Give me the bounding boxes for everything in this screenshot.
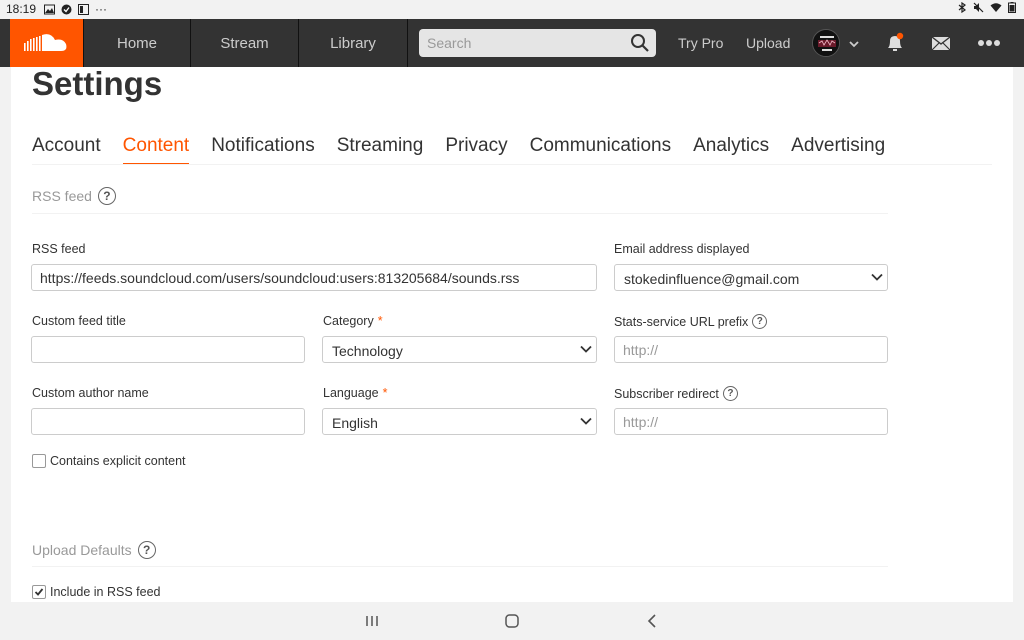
rss-section-title: RSS feed	[32, 188, 92, 204]
stats-url-label: Stats-service URL prefix ?	[614, 314, 768, 329]
upload-defaults-help-icon[interactable]: ?	[137, 541, 156, 559]
tabs-divider	[32, 164, 992, 165]
back-icon[interactable]	[644, 612, 662, 630]
upload-defaults-header: Upload Defaults ?	[32, 541, 156, 559]
stats-help-icon[interactable]: ?	[752, 314, 768, 329]
nav-stream[interactable]: Stream	[191, 19, 299, 67]
tab-account[interactable]: Account	[32, 135, 101, 165]
search-input[interactable]	[419, 29, 629, 57]
rss-section-header: RSS feed ?	[32, 187, 116, 205]
status-more: ···	[95, 2, 107, 16]
rss-feed-label: RSS feed	[32, 242, 86, 256]
chevron-down-icon	[871, 273, 883, 281]
stats-url-field[interactable]	[614, 336, 888, 363]
status-notification-icons: ···	[44, 2, 107, 16]
tab-streaming[interactable]: Streaming	[337, 135, 424, 165]
status-time: 18:19	[6, 2, 37, 16]
wifi-icon	[990, 3, 1002, 12]
rss-feed-field[interactable]	[31, 264, 597, 291]
stats-url-label-text: Stats-service URL prefix	[614, 314, 749, 329]
system-nav-bar	[0, 602, 1024, 640]
soundcloud-logo[interactable]	[10, 19, 83, 67]
email-displayed-value: stokedinfluence@gmail.com	[624, 271, 800, 287]
status-system-icons	[957, 2, 1016, 13]
avatar-image	[813, 30, 839, 56]
image-icon	[44, 4, 55, 14]
chevron-down-icon	[580, 417, 592, 425]
page-title: Settings	[32, 65, 163, 102]
category-value: Technology	[332, 343, 403, 359]
check-circle-icon	[61, 4, 72, 14]
language-label-text: Language	[323, 386, 379, 400]
tab-privacy[interactable]: Privacy	[445, 135, 507, 165]
avatar[interactable]	[812, 29, 840, 57]
tab-content[interactable]: Content	[122, 135, 190, 165]
language-label: Language *	[323, 386, 388, 400]
soundcloud-cloud-icon	[23, 34, 66, 51]
rss-section-divider	[32, 213, 888, 214]
subscriber-redirect-field[interactable]	[614, 408, 888, 435]
upload-defaults-divider	[32, 566, 888, 567]
subscriber-redirect-label: Subscriber redirect ?	[614, 386, 738, 401]
rss-help-icon[interactable]: ?	[97, 187, 116, 205]
top-header: Home Stream Library Try Pro Upload	[0, 19, 1024, 67]
upload-link[interactable]: Upload	[746, 19, 790, 67]
nav-library[interactable]: Library	[299, 19, 408, 67]
category-label-text: Category	[323, 314, 374, 328]
bluetooth-icon	[958, 2, 967, 13]
battery-icon	[1008, 2, 1016, 13]
include-rss-row[interactable]: Include in RSS feed	[32, 585, 161, 599]
include-rss-checkbox[interactable]	[32, 585, 46, 599]
explicit-content-row[interactable]: Contains explicit content	[32, 454, 186, 468]
subscriber-redirect-label-text: Subscriber redirect	[614, 386, 719, 401]
status-bar: 18:19 ···	[0, 0, 1024, 19]
search-box	[419, 29, 656, 57]
try-pro-link[interactable]: Try Pro	[678, 19, 723, 67]
chevron-down-icon[interactable]	[847, 37, 861, 51]
custom-feed-title-field[interactable]	[31, 336, 305, 363]
custom-author-field[interactable]	[31, 408, 305, 435]
required-mark: *	[382, 386, 388, 400]
language-value: English	[332, 415, 378, 431]
required-mark: *	[377, 314, 383, 328]
category-label: Category *	[323, 314, 383, 328]
nav-home[interactable]: Home	[83, 19, 191, 67]
book-icon	[78, 3, 89, 15]
tab-advertising[interactable]: Advertising	[791, 135, 885, 165]
custom-feed-title-label: Custom feed title	[32, 314, 126, 328]
checkmark-icon	[34, 588, 44, 596]
more-icon[interactable]	[977, 31, 1001, 55]
tab-notifications[interactable]: Notifications	[211, 135, 315, 165]
settings-panel: Settings Account Content Notifications S…	[11, 67, 1013, 602]
bell-icon[interactable]	[883, 31, 907, 55]
mail-icon[interactable]	[930, 31, 952, 55]
redirect-help-icon[interactable]: ?	[722, 386, 738, 401]
upload-defaults-title: Upload Defaults	[32, 542, 132, 558]
chevron-down-icon	[580, 345, 592, 353]
include-rss-label: Include in RSS feed	[50, 585, 161, 599]
recent-apps-icon[interactable]	[363, 612, 381, 630]
explicit-content-label: Contains explicit content	[50, 454, 186, 468]
email-displayed-select[interactable]: stokedinfluence@gmail.com	[614, 264, 888, 291]
settings-tabs: Account Content Notifications Streaming …	[32, 135, 885, 165]
custom-author-label: Custom author name	[32, 386, 149, 400]
home-icon[interactable]	[503, 612, 521, 630]
explicit-content-checkbox[interactable]	[32, 454, 46, 468]
mute-icon	[973, 2, 984, 13]
email-displayed-label: Email address displayed	[614, 242, 750, 256]
tab-communications[interactable]: Communications	[530, 135, 672, 165]
category-select[interactable]: Technology	[322, 336, 597, 363]
language-select[interactable]: English	[322, 408, 597, 435]
tab-analytics[interactable]: Analytics	[693, 135, 769, 165]
search-icon[interactable]	[630, 33, 650, 53]
